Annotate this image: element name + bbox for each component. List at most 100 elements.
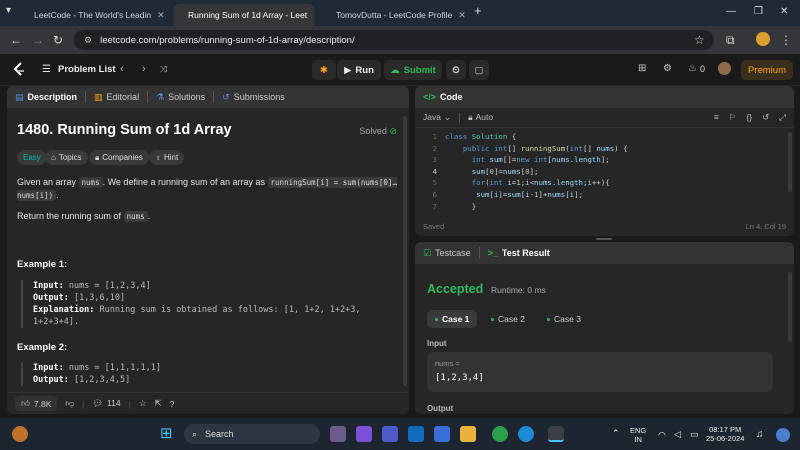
bookmark-star-icon[interactable]: ☆ — [694, 33, 705, 47]
tab-search-icon[interactable]: ▾ — [6, 5, 11, 16]
code-line[interactable]: 1 class Solution { — [415, 132, 517, 144]
notes-button[interactable]: ▢ — [469, 60, 489, 80]
tab-test-result[interactable]: >_ Test Result — [488, 248, 550, 258]
bookmark-icon[interactable]: ⚐ — [729, 112, 737, 123]
debug-bug-button[interactable]: ✱ — [312, 60, 336, 80]
help-icon[interactable]: ? — [170, 399, 175, 409]
close-window-icon[interactable]: ✕ — [780, 6, 788, 17]
tray-chevron-up-icon[interactable]: ⌃ — [612, 428, 620, 439]
description-scrollbar[interactable] — [403, 116, 407, 386]
line-number: 1 — [432, 132, 437, 141]
code-line[interactable]: 3 int sum[]=new int[nums.length]; — [415, 155, 610, 167]
shuffle-icon[interactable]: ⤨ — [160, 64, 167, 75]
new-tab-button[interactable]: + — [474, 3, 482, 18]
language-select[interactable]: Java ⌄ — [423, 112, 451, 123]
auto-mode-toggle[interactable]: 🔒︎ Auto — [468, 112, 493, 123]
code-scrollbar[interactable] — [788, 132, 792, 192]
run-button[interactable]: ▶ Run — [337, 60, 381, 80]
submit-button[interactable]: ☁ Submit — [384, 60, 442, 80]
task-view-icon[interactable] — [330, 426, 346, 442]
streak-fire-icon[interactable]: ♨ — [688, 63, 697, 74]
example-1-title: Example 1: — [17, 259, 68, 270]
leetcode-app-icon[interactable] — [548, 426, 564, 442]
code-line[interactable]: 7 } — [415, 202, 477, 214]
premium-button[interactable]: Premium — [741, 60, 793, 80]
testcase-scrollbar[interactable] — [788, 272, 792, 342]
layout-grid-icon[interactable]: ⊞ — [638, 63, 646, 74]
windows-start-icon[interactable]: ⊞ — [160, 424, 176, 442]
clock[interactable]: 08:17 PM 25-06-2024 — [706, 425, 744, 443]
code-line[interactable]: 6 sum[i]=sum[i-1]+nums[i]; — [415, 190, 583, 202]
favorite-star-icon[interactable]: ☆ — [139, 398, 147, 409]
notification-bell-icon[interactable]: ♫ — [756, 429, 764, 440]
like-button[interactable]: 👍︎ 7.8K — [15, 396, 58, 411]
case-2-tab[interactable]: Case 2 — [483, 310, 533, 328]
play-icon: ▶ — [344, 64, 352, 76]
menu-kebab-icon[interactable]: ⋮ — [780, 33, 792, 47]
file-explorer-icon[interactable] — [460, 426, 476, 442]
share-icon[interactable]: ⇱ — [154, 398, 161, 409]
language-indicator[interactable]: ENG IN — [630, 426, 646, 444]
submit-label: Submit — [403, 64, 436, 76]
close-icon[interactable]: ✕ — [307, 10, 314, 21]
panel-resize-handle[interactable] — [596, 238, 612, 240]
comments-button[interactable]: 💬︎ 114 — [92, 398, 120, 409]
topics-chip[interactable]: ⌂ Topics — [45, 150, 88, 165]
browser-tab-leetcode-home[interactable]: LeetCode - The World's Leadin ✕ — [20, 4, 168, 26]
braces-icon[interactable]: {} — [746, 112, 752, 123]
weather-widget-icon[interactable] — [12, 426, 28, 442]
close-icon[interactable]: ✕ — [151, 10, 165, 21]
tab-solutions[interactable]: ⚗ Solutions — [156, 92, 205, 103]
site-info-icon[interactable]: ⚙ — [84, 35, 92, 46]
leetcode-logo-icon[interactable] — [12, 62, 26, 78]
profile-avatar[interactable] — [756, 32, 770, 46]
url-input[interactable]: ⚙ leetcode.com/problems/running-sum-of-1… — [74, 30, 714, 50]
extensions-icon[interactable]: ⧉ — [726, 33, 735, 48]
reset-icon[interactable]: ↺ — [762, 112, 769, 123]
reload-icon[interactable]: ↻ — [53, 33, 63, 47]
case-3-tab[interactable]: Case 3 — [539, 310, 589, 328]
prev-problem-icon[interactable]: ‹ — [120, 63, 124, 75]
dislike-icon[interactable]: 👎︎ — [65, 398, 74, 409]
close-icon[interactable]: ✕ — [452, 10, 466, 21]
user-avatar[interactable] — [718, 62, 731, 75]
tab-description[interactable]: ▤ Description — [15, 92, 77, 103]
settings-gear-icon[interactable]: ⚙ — [663, 63, 672, 74]
back-icon[interactable]: ← — [10, 33, 22, 47]
search-label: Search — [205, 429, 234, 439]
code-line[interactable]: 5 for(int i=1;i<nums.length;i++){ — [415, 178, 610, 190]
wifi-icon[interactable]: ◠ — [658, 430, 666, 441]
tab-submissions[interactable]: ↺ Submissions — [222, 92, 285, 103]
note-icon: ▢ — [474, 64, 484, 76]
fullscreen-icon[interactable]: ⤢ — [779, 112, 786, 123]
tab-editorial[interactable]: ▥ Editorial — [94, 92, 139, 103]
maximize-icon[interactable]: ❐ — [754, 6, 763, 17]
tab-code[interactable]: </> Code — [423, 92, 463, 102]
code-line[interactable]: 4 sum[0]=nums[0]; — [415, 167, 539, 179]
taskbar-search[interactable]: ⌕ Search — [184, 424, 320, 444]
timer-button[interactable]: ⏲ — [446, 60, 466, 80]
browser-tab-profile[interactable]: TomovDutta - LeetCode Profile ✕ — [322, 4, 466, 26]
battery-icon[interactable]: ▭ — [690, 429, 699, 440]
case-1-tab[interactable]: Case 1 — [427, 310, 478, 328]
code-line[interactable]: 2 public int[] runningSum(int[] nums) { — [415, 144, 628, 156]
volume-icon[interactable]: ◁ — [674, 429, 681, 440]
forward-icon[interactable]: → — [32, 33, 44, 47]
chrome-icon[interactable] — [492, 426, 508, 442]
teams-icon[interactable] — [382, 426, 398, 442]
store-icon[interactable] — [434, 426, 450, 442]
minimize-icon[interactable]: — — [726, 6, 736, 17]
copilot-tray-icon[interactable] — [776, 428, 790, 442]
companies-chip[interactable]: 🔒︎ Companies — [89, 150, 149, 165]
next-problem-icon[interactable]: › — [142, 63, 146, 75]
copilot-icon[interactable] — [356, 426, 372, 442]
case-label: Case 1 — [442, 314, 470, 324]
value: [1,2,3,4,5] — [73, 375, 131, 385]
format-icon[interactable]: ≡ — [714, 112, 719, 123]
edge-icon[interactable] — [518, 426, 534, 442]
hint-chip[interactable]: ♁ Hint — [149, 150, 185, 165]
problem-list-link[interactable]: Problem List — [58, 64, 116, 75]
tab-testcase[interactable]: ☑ Testcase — [423, 248, 471, 259]
browser-tab-running-sum[interactable]: Running Sum of 1d Array - Leet ✕ — [174, 4, 314, 26]
mail-icon[interactable] — [408, 426, 424, 442]
